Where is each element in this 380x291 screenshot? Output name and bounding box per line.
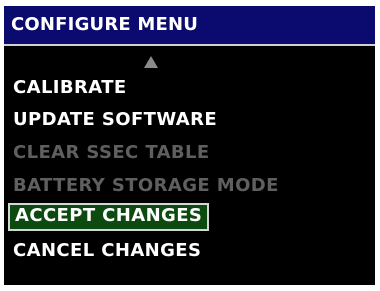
menu-item-accept-changes[interactable]: ACCEPT CHANGES (8, 203, 209, 231)
menu-item-calibrate[interactable]: CALIBRATE (8, 75, 133, 101)
menu-item-cancel-changes[interactable]: CANCEL CHANGES (8, 238, 207, 264)
menu-item-battery-storage-mode: BATTERY STORAGE MODE (13, 175, 279, 196)
configure-menu-screen: CONFIGURE MENU CALIBRATE UPDATE SOFTWARE… (4, 6, 375, 285)
menu-item-clear-ssec-table: CLEAR SSEC TABLE (13, 142, 210, 163)
menu-list: CALIBRATE UPDATE SOFTWARE CLEAR SSEC TAB… (4, 6, 375, 285)
menu-item-update-software[interactable]: UPDATE SOFTWARE (8, 107, 223, 133)
